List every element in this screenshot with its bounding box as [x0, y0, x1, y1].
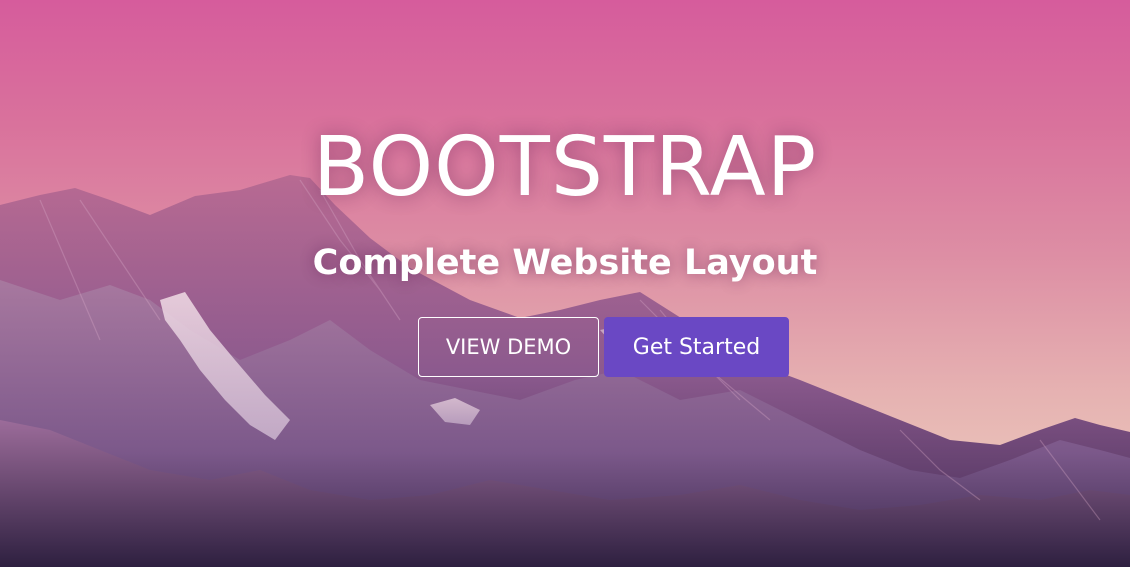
get-started-button[interactable]: Get Started	[604, 317, 789, 377]
hero-section: BOOTSTRAP Complete Website Layout VIEW D…	[0, 0, 1130, 567]
view-demo-button[interactable]: VIEW DEMO	[418, 317, 599, 377]
hero-subtitle: Complete Website Layout	[312, 243, 818, 283]
hero-title: BOOTSTRAP	[312, 120, 818, 215]
hero-content: BOOTSTRAP Complete Website Layout VIEW D…	[0, 0, 1130, 567]
